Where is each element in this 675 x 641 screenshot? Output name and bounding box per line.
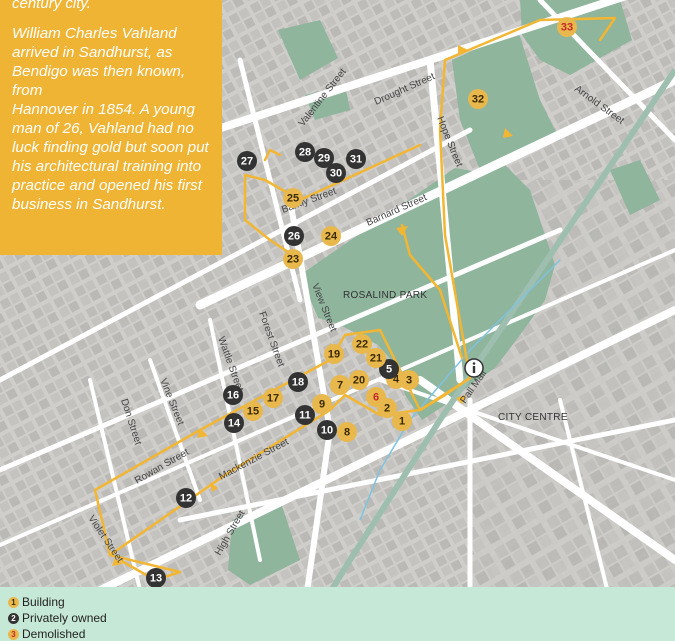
marker-number: 23 [287,254,299,266]
site-marker-23[interactable]: 23 [283,249,303,269]
marker-number: 18 [292,377,304,389]
legend-private: 2 Privately owned [8,610,675,626]
site-marker-19[interactable]: 19 [324,344,344,364]
site-marker-25[interactable]: 25 [283,188,303,208]
building-marker-icon: 1 [8,596,19,608]
site-marker-18[interactable]: 18 [288,372,308,392]
marker-number: 16 [227,390,239,402]
site-marker-22[interactable]: 22 [352,334,372,354]
area-label-centre: CITY CENTRE [498,412,568,423]
site-marker-9[interactable]: 9 [312,394,332,414]
marker-number: 5 [386,364,392,376]
callout-text: William Charles Vahland arrived in Sandh… [12,25,209,213]
marker-number: 3 [406,375,412,387]
area-label-park: ROSALIND PARK [343,290,427,301]
marker-number: 33 [561,22,573,34]
site-marker-8[interactable]: 8 [337,422,357,442]
site-marker-6[interactable]: 6 [366,387,386,407]
marker-number: 24 [325,231,338,243]
site-marker-14[interactable]: 14 [224,413,244,433]
marker-number: 2 [384,403,390,415]
marker-number: 9 [319,399,325,411]
marker-number: 12 [180,493,192,505]
site-marker-13[interactable]: 13 [146,568,166,588]
legend-building: 1 Building [8,594,675,610]
site-marker-27[interactable]: 27 [237,151,257,171]
site-marker-12[interactable]: 12 [176,488,196,508]
marker-number: 17 [267,393,279,405]
marker-number: 6 [373,392,379,404]
marker-number: 1 [399,416,405,428]
site-marker-31[interactable]: 31 [346,149,366,169]
site-marker-11[interactable]: 11 [295,405,315,425]
legend-demolished: 3 Demolished [8,626,675,641]
legend-label: Demolished [22,627,86,641]
marker-number: 10 [321,425,333,437]
marker-number: 27 [241,156,253,168]
site-marker-16[interactable]: 16 [223,385,243,405]
site-marker-7[interactable]: 7 [330,375,350,395]
site-marker-33[interactable]: 33 [557,17,577,37]
marker-number: 25 [287,193,299,205]
marker-number: 31 [350,154,362,166]
site-marker-26[interactable]: 26 [284,226,304,246]
legend-label: Building [22,595,65,609]
marker-number: 30 [330,168,342,180]
callout-top-text: century city. [12,0,91,12]
map-legend: 1 Building 2 Privately owned 3 Demolishe… [0,587,675,641]
marker-number: 28 [299,147,311,159]
marker-number: 32 [472,94,484,106]
site-marker-15[interactable]: 15 [243,401,263,421]
site-marker-30[interactable]: 30 [326,163,346,183]
demolished-marker-icon: 3 [8,628,19,640]
site-marker-24[interactable]: 24 [321,226,341,246]
info-icon[interactable] [464,358,484,378]
marker-number: 20 [353,375,365,387]
marker-number: 8 [344,427,350,439]
intro-callout: century city. William Charles Vahland ar… [0,0,222,255]
marker-number: 29 [318,153,330,165]
legend-label: Privately owned [22,611,107,625]
marker-number: 26 [288,231,300,243]
marker-number: 21 [370,353,382,365]
marker-number: 13 [150,573,162,585]
marker-number: 14 [228,418,241,430]
marker-number: 19 [328,349,340,361]
marker-number: 22 [356,339,368,351]
marker-number: 15 [247,406,259,418]
site-marker-28[interactable]: 28 [295,142,315,162]
private-marker-icon: 2 [8,612,19,624]
marker-number: 7 [337,380,343,392]
marker-number: 11 [299,410,311,422]
site-marker-17[interactable]: 17 [263,388,283,408]
site-marker-20[interactable]: 20 [349,370,369,390]
site-marker-32[interactable]: 32 [468,89,488,109]
map[interactable]: ROSALIND PARK CITY CENTRE Valentine Stre… [0,0,675,641]
site-marker-10[interactable]: 10 [317,420,337,440]
